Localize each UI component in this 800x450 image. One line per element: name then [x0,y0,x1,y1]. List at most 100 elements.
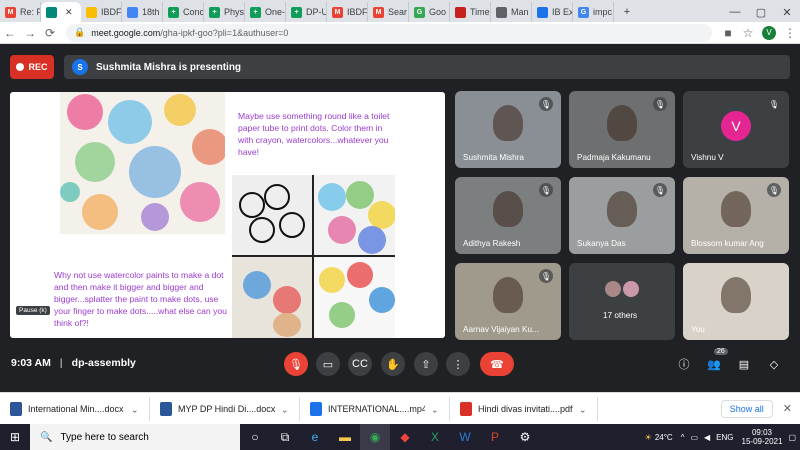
presentation-slide: Maybe use something round like a toilet … [10,92,445,338]
close-downloads-icon[interactable]: ✕ [783,402,792,415]
recording-badge[interactable]: REC [10,55,54,79]
download-filename: International Min....docx [28,403,124,414]
settings-icon[interactable]: ⚙ [510,424,540,450]
network-icon[interactable]: ▭ [690,433,698,442]
download-item[interactable]: International Min....docx ⌃ [0,396,150,421]
gmail-icon: M [373,6,384,18]
browser-tab[interactable]: Man [491,2,532,22]
people-icon[interactable]: 👥 [705,355,723,373]
browser-tab[interactable]: G Goo [409,2,450,22]
browser-tab[interactable]: + One- [245,2,286,22]
url-input[interactable]: 🔒 meet.google.com /gha-ipkf-goo?pli=1&au… [66,23,712,42]
google-icon: G [414,6,425,18]
chevron-down-icon[interactable]: ⌃ [131,403,139,414]
close-window-icon[interactable]: ✕ [774,2,800,22]
participant-video [607,191,637,227]
new-tab-icon[interactable]: + [614,2,640,22]
mic-off-button[interactable]: 🎙 [284,352,308,376]
anydesk-icon[interactable]: ◆ [390,424,420,450]
clock[interactable]: 09:03 15-09-2021 [742,428,783,446]
edge-icon[interactable]: e [300,424,330,450]
tab-label: Re: F [20,7,41,17]
participant-tile[interactable]: Padmaja Kakumanu 🎙 [569,91,675,168]
menu-icon[interactable]: ⋮ [780,26,800,40]
participant-tile[interactable]: Adithya Rakesh 🎙 [455,177,561,254]
raise-hand-button[interactable]: ✋ [381,352,405,376]
participant-name: Sushmita Mishra [463,153,524,162]
chrome-icon[interactable]: ◉ [360,424,390,450]
download-item[interactable]: INTERNATIONAL....mp4 ⌃ [300,396,450,421]
participant-tile[interactable]: Aarnav Vijaiyan Ku... 🎙 [455,263,561,340]
present-button[interactable]: ⇧ [414,352,438,376]
browser-tab[interactable]: Time [450,2,491,22]
participant-tile[interactable]: You [683,263,789,340]
participant-name: You [691,325,705,334]
browser-tab[interactable]: + Phys [204,2,245,22]
meet-icon [46,6,57,18]
participant-tile[interactable]: 17 others [569,263,675,340]
taskbar-search[interactable]: 🔍 Type here to search [30,424,240,450]
participant-name: Adithya Rakesh [463,239,521,248]
browser-tab[interactable]: M Sear [368,2,409,22]
download-item[interactable]: Hindi divas invitati....pdf ⌃ [450,396,598,421]
gmail-icon: M [332,6,343,18]
tab-label: Conc [183,7,204,17]
captions-button[interactable]: CC [348,352,372,376]
activities-icon[interactable]: ◇ [765,355,783,373]
participant-video [607,105,637,141]
reload-icon[interactable]: ⟳ [40,26,60,40]
participant-tile[interactable]: V Vishnu V 🎙 [683,91,789,168]
bookmark-star-icon[interactable]: ☆ [738,26,758,40]
excel-icon[interactable]: X [420,424,450,450]
more-options-button[interactable]: ⋮ [446,352,470,376]
minimize-icon[interactable]: — [722,2,748,22]
browser-tab[interactable]: 18th [122,2,163,22]
participant-tile[interactable]: Blossom kumar Ang 🎙 [683,177,789,254]
browser-tab[interactable]: + DP-U [286,2,327,22]
close-tab-icon[interactable]: ✕ [65,7,73,18]
profile-avatar[interactable]: V [762,25,776,40]
record-dot-icon [16,63,25,71]
participant-name: Aarnav Vijaiyan Ku... [463,325,539,334]
camera-button[interactable]: ▭ [316,352,340,376]
participant-tile[interactable]: Sukanya Das 🎙 [569,177,675,254]
weather-icon[interactable]: ☀ [645,433,652,442]
chevron-down-icon[interactable]: ⌃ [431,403,439,414]
browser-tab[interactable]: IB Ex [532,2,573,22]
browser-tab[interactable]: + Conc [163,2,204,22]
file-explorer-icon[interactable]: ▬ [330,424,360,450]
tray-overflow-icon[interactable]: ^ [681,433,685,442]
leave-call-button[interactable]: ☎ [480,352,514,376]
volume-icon[interactable]: ◀ [704,433,710,442]
mic-muted-icon: 🎙 [539,183,553,197]
browser-tab[interactable]: IBDF [81,2,122,22]
mic-muted-icon: 🎙 [653,183,667,197]
browser-tab[interactable]: ✕ [41,2,81,22]
word-icon[interactable]: W [450,424,480,450]
mic-muted-icon: 🎙 [767,97,781,111]
notifications-icon[interactable]: ▢ [788,433,796,442]
download-item[interactable]: MYP DP Hindi Di....docx ⌃ [150,396,300,421]
participant-name: Padmaja Kakumanu [577,153,651,162]
chat-icon[interactable]: ▤ [735,355,753,373]
maximize-icon[interactable]: ▢ [748,2,774,22]
meeting-details-icon[interactable]: ⓘ [675,355,693,373]
powerpoint-icon[interactable]: P [480,424,510,450]
show-all-button[interactable]: Show all [720,399,773,418]
participant-tile[interactable]: Sushmita Mishra 🎙 [455,91,561,168]
back-icon[interactable]: ← [0,26,20,40]
forward-icon[interactable]: → [20,26,40,40]
browser-tab[interactable]: Gimpc [573,2,614,22]
windows-start-icon[interactable]: ⊞ [0,424,30,450]
tab-label: Time [470,7,490,17]
cortana-icon[interactable]: ○ [240,424,270,450]
temperature[interactable]: 24°C [655,433,673,442]
task-view-icon[interactable]: ⧉ [270,424,300,450]
chevron-down-icon[interactable]: ⌃ [281,403,289,414]
browser-tab[interactable]: M IBDF [327,2,368,22]
language-indicator[interactable]: ENG [716,433,733,442]
browser-tab[interactable]: M Re: F [0,2,41,22]
pause-tooltip: Pause (k) [16,306,50,315]
camera-indicator-icon[interactable]: ■ [718,26,738,40]
chevron-down-icon[interactable]: ⌃ [579,403,587,414]
